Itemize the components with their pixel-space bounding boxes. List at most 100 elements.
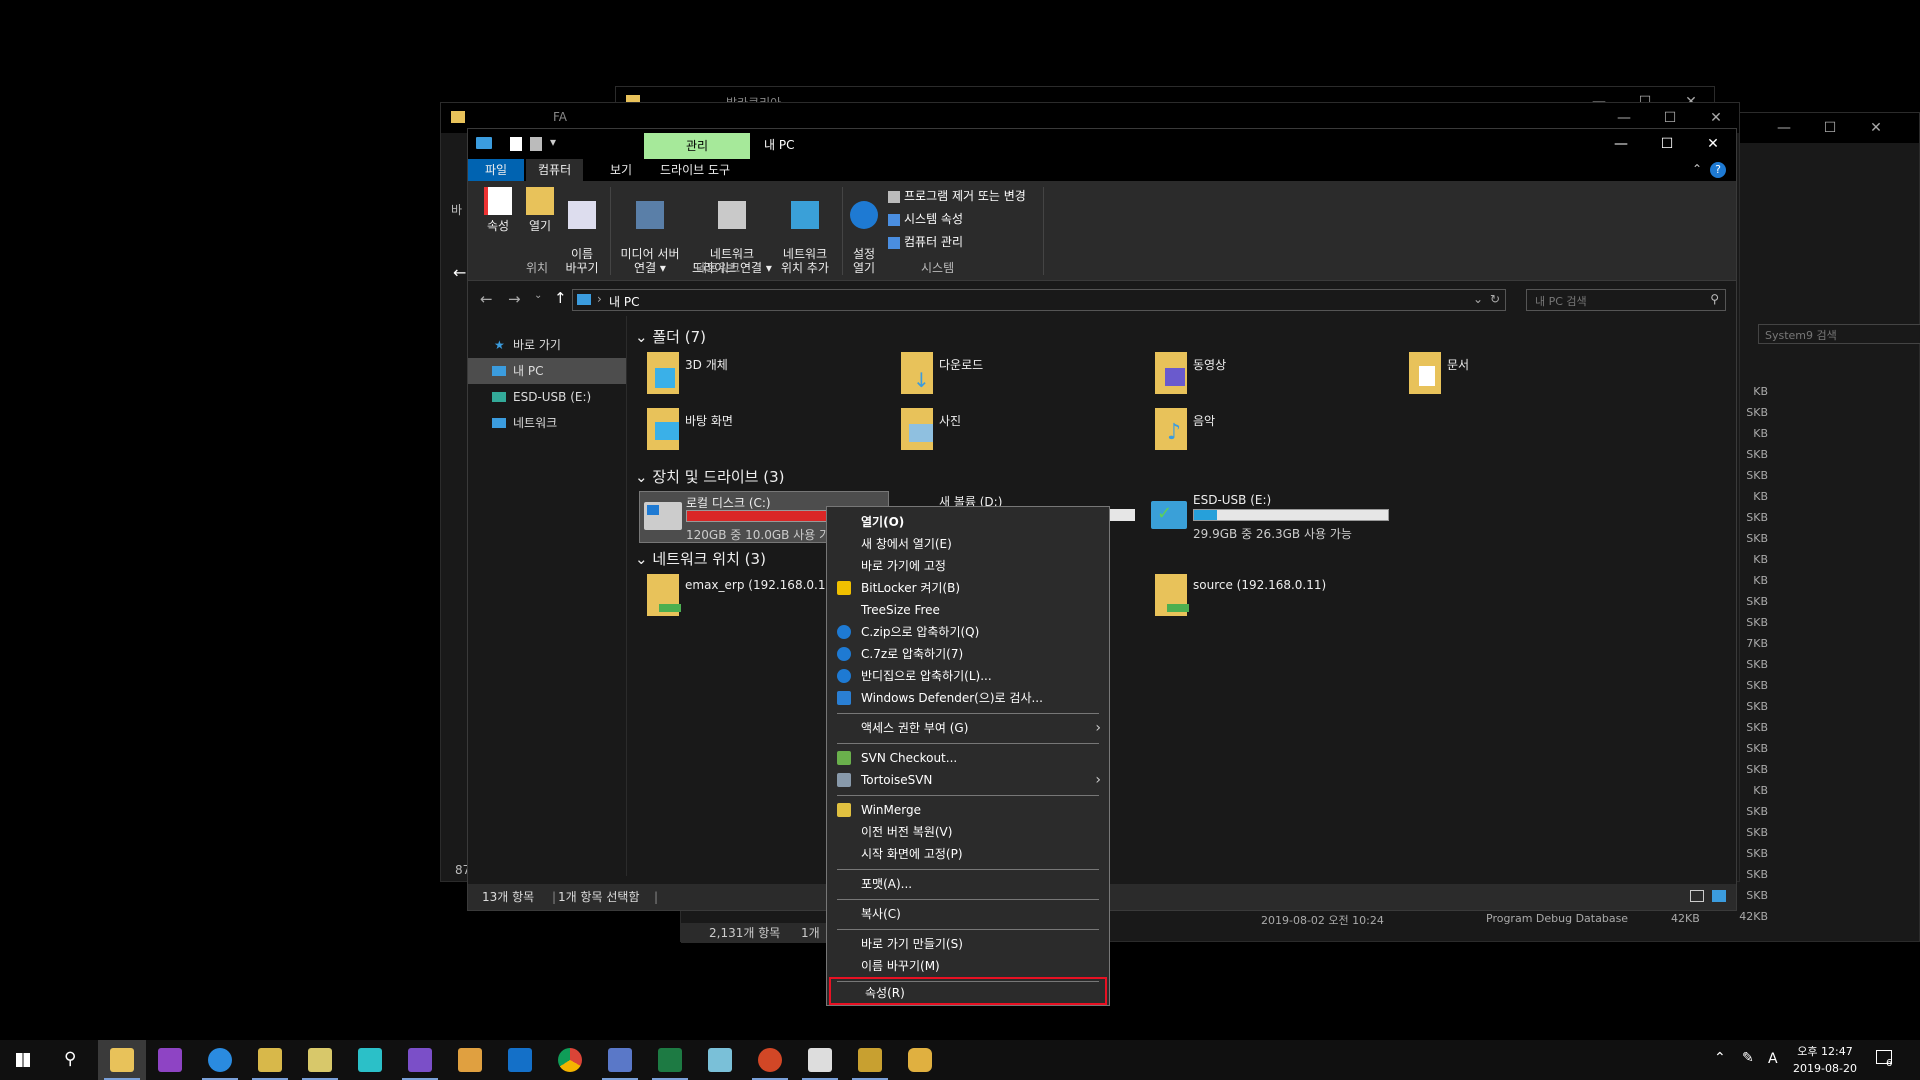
address-dropdown-icon[interactable]: ⌄ bbox=[1473, 292, 1483, 306]
details-view-icon[interactable] bbox=[1690, 890, 1704, 902]
ime-indicator[interactable]: A bbox=[1768, 1051, 1778, 1067]
menu-item-bitlocker[interactable]: BitLocker 켜기(B) bbox=[827, 577, 1109, 599]
tab-drive-tools[interactable]: 드라이브 도구 bbox=[648, 159, 742, 181]
taskbar-app-16[interactable] bbox=[846, 1040, 894, 1080]
back-arrow-icon[interactable]: ← bbox=[480, 290, 493, 308]
context-tab-manage[interactable]: 관리 bbox=[644, 133, 750, 159]
maximize-button[interactable]: ☐ bbox=[1807, 113, 1853, 143]
nav-item-this-pc[interactable]: 내 PC bbox=[468, 358, 626, 384]
menu-item-give-access[interactable]: 액세스 권한 부여 (G) › bbox=[827, 717, 1109, 739]
menu-item-pin-start[interactable]: 시작 화면에 고정(P) bbox=[827, 843, 1109, 865]
taskbar-app-13[interactable] bbox=[696, 1040, 744, 1080]
qat-dropdown-icon[interactable]: ▾ bbox=[550, 135, 556, 149]
taskbar-app-4[interactable] bbox=[246, 1040, 294, 1080]
nav-item-network[interactable]: 네트워크 bbox=[468, 410, 626, 436]
section-network-locations[interactable]: ⌄ 네트워크 위치 (3) bbox=[635, 548, 766, 569]
minimize-button[interactable]: — bbox=[1598, 129, 1644, 159]
menu-item-open-new-window[interactable]: 새 창에서 열기(E) bbox=[827, 533, 1109, 555]
taskbar-visual-studio-2[interactable] bbox=[396, 1040, 444, 1080]
taskbar-app-5[interactable] bbox=[296, 1040, 344, 1080]
rename-button[interactable]: 이름 바꾸기 bbox=[560, 187, 604, 275]
menu-item-zip[interactable]: C.zip으로 압축하기(Q) bbox=[827, 621, 1109, 643]
menu-item-properties[interactable]: 속성(R) bbox=[829, 977, 1107, 1005]
folder-item[interactable]: ♪ 음악 bbox=[1147, 408, 1397, 458]
chevron-up-icon[interactable]: ⌃ bbox=[1714, 1050, 1726, 1066]
uninstall-programs-button[interactable]: 프로그램 제거 또는 변경 bbox=[888, 187, 1026, 205]
menu-item-tortoisesvn[interactable]: TortoiseSVN › bbox=[827, 769, 1109, 791]
properties-button[interactable]: 속성 bbox=[478, 187, 518, 233]
taskbar-outlook[interactable] bbox=[496, 1040, 544, 1080]
menu-item-create-shortcut[interactable]: 바로 가기 만들기(S) bbox=[827, 933, 1109, 955]
search-input[interactable]: 내 PC 검색 ⚲ bbox=[1526, 289, 1726, 311]
folder-item[interactable]: 바탕 화면 bbox=[639, 408, 889, 458]
nav-item-quick-access[interactable]: ★ 바로 가기 bbox=[468, 332, 626, 358]
menu-item-restore-versions[interactable]: 이전 버전 복원(V) bbox=[827, 821, 1109, 843]
menu-item-pin-quick-access[interactable]: 바로 가기에 고정 bbox=[827, 555, 1109, 577]
pen-icon[interactable]: ✎ bbox=[1742, 1050, 1754, 1066]
taskbar-chrome[interactable] bbox=[546, 1040, 594, 1080]
taskbar-powerpoint[interactable] bbox=[746, 1040, 794, 1080]
forward-arrow-icon[interactable]: → bbox=[508, 290, 521, 308]
search-input[interactable]: System9 검색 bbox=[1758, 324, 1920, 344]
tab-view[interactable]: 보기 bbox=[598, 159, 644, 181]
section-folders[interactable]: ⌄ 폴더 (7) bbox=[635, 326, 706, 347]
properties-quick-icon[interactable] bbox=[510, 137, 522, 151]
folder-item[interactable]: 동영상 bbox=[1147, 352, 1397, 402]
search-button[interactable]: ⚲ bbox=[48, 1040, 96, 1080]
tab-file[interactable]: 파일 bbox=[468, 159, 524, 181]
menu-item-7z[interactable]: C.7z로 압축하기(7) bbox=[827, 643, 1109, 665]
menu-item-bandizip[interactable]: 반디집으로 압축하기(L)... bbox=[827, 665, 1109, 687]
refresh-icon[interactable]: ↻ bbox=[1490, 292, 1500, 306]
taskbar-app-8[interactable] bbox=[446, 1040, 494, 1080]
up-arrow-icon[interactable]: ↑ bbox=[554, 289, 567, 307]
open-button[interactable]: 열기 bbox=[520, 187, 560, 233]
computer-management-button[interactable]: 컴퓨터 관리 bbox=[888, 233, 963, 251]
folder-item[interactable]: 문서 bbox=[1401, 352, 1651, 402]
menu-item-treesize[interactable]: TreeSize Free bbox=[827, 599, 1109, 621]
file-row[interactable]: 2019-08-02 오전 10:24 Program Debug Databa… bbox=[1261, 912, 1901, 930]
menu-item-rename[interactable]: 이름 바꾸기(M) bbox=[827, 955, 1109, 977]
close-button[interactable]: ✕ bbox=[1690, 129, 1736, 159]
taskbar-ie[interactable] bbox=[196, 1040, 244, 1080]
taskbar-explorer[interactable] bbox=[98, 1040, 146, 1080]
close-button[interactable]: ✕ bbox=[1853, 113, 1899, 143]
clock[interactable]: 오후 12:47 2019-08-20 bbox=[1790, 1043, 1860, 1077]
drive-e[interactable]: ✓ ESD-USB (E:) 29.9GB 중 26.3GB 사용 가능 bbox=[1147, 491, 1397, 541]
start-button[interactable] bbox=[0, 1040, 48, 1080]
folder-item[interactable]: 사진 bbox=[893, 408, 1143, 458]
collapse-ribbon-icon[interactable]: ⌃ bbox=[1692, 162, 1702, 176]
newfolder-quick-icon[interactable] bbox=[530, 137, 542, 151]
taskbar-app-11[interactable] bbox=[596, 1040, 644, 1080]
taskbar-visual-studio[interactable] bbox=[146, 1040, 194, 1080]
taskbar-app-15[interactable] bbox=[796, 1040, 844, 1080]
menu-item-open[interactable]: 열기(O) bbox=[827, 511, 1109, 533]
media-server-button[interactable]: 미디어 서버 연결 ▾ bbox=[612, 187, 688, 275]
maximize-button[interactable]: ☐ bbox=[1644, 129, 1690, 159]
add-network-location-button[interactable]: 네트워크 위치 추가 bbox=[770, 187, 840, 275]
tab-computer[interactable]: 컴퓨터 bbox=[526, 159, 584, 181]
system-properties-button[interactable]: 시스템 속성 bbox=[888, 210, 963, 228]
recent-dropdown-icon[interactable]: ⌄ bbox=[534, 290, 542, 301]
section-devices[interactable]: ⌄ 장치 및 드라이브 (3) bbox=[635, 466, 785, 487]
menu-item-winmerge[interactable]: WinMerge bbox=[827, 799, 1109, 821]
netloc-source[interactable]: source (192.168.0.11) bbox=[1147, 574, 1397, 624]
search-icon[interactable]: ⚲ bbox=[1710, 292, 1719, 306]
address-input[interactable]: › 내 PC ⌄ ↻ bbox=[572, 289, 1506, 311]
help-icon[interactable]: ? bbox=[1710, 162, 1726, 178]
folder-item[interactable]: ↓ 다운로드 bbox=[893, 352, 1143, 402]
taskbar-app-6[interactable] bbox=[346, 1040, 394, 1080]
menu-item-copy[interactable]: 복사(C) bbox=[827, 903, 1109, 925]
nav-item-usb[interactable]: ESD-USB (E:) bbox=[468, 384, 626, 410]
menu-item-defender[interactable]: Windows Defender(으)로 검사... bbox=[827, 687, 1109, 709]
back-icon[interactable]: ← bbox=[453, 263, 466, 282]
action-center-button[interactable]: 6 bbox=[1874, 1048, 1898, 1072]
breadcrumb[interactable]: 내 PC bbox=[609, 293, 639, 310]
folder-item[interactable]: 3D 개체 bbox=[639, 352, 889, 402]
open-settings-button[interactable]: 설정 열기 bbox=[844, 187, 884, 275]
menu-item-format[interactable]: 포맷(A)... bbox=[827, 873, 1109, 895]
taskbar-excel[interactable] bbox=[646, 1040, 694, 1080]
minimize-button[interactable]: — bbox=[1761, 113, 1807, 143]
menu-item-svn-checkout[interactable]: SVN Checkout... bbox=[827, 747, 1109, 769]
taskbar-app-17[interactable] bbox=[896, 1040, 944, 1080]
tiles-view-icon[interactable] bbox=[1712, 890, 1726, 902]
